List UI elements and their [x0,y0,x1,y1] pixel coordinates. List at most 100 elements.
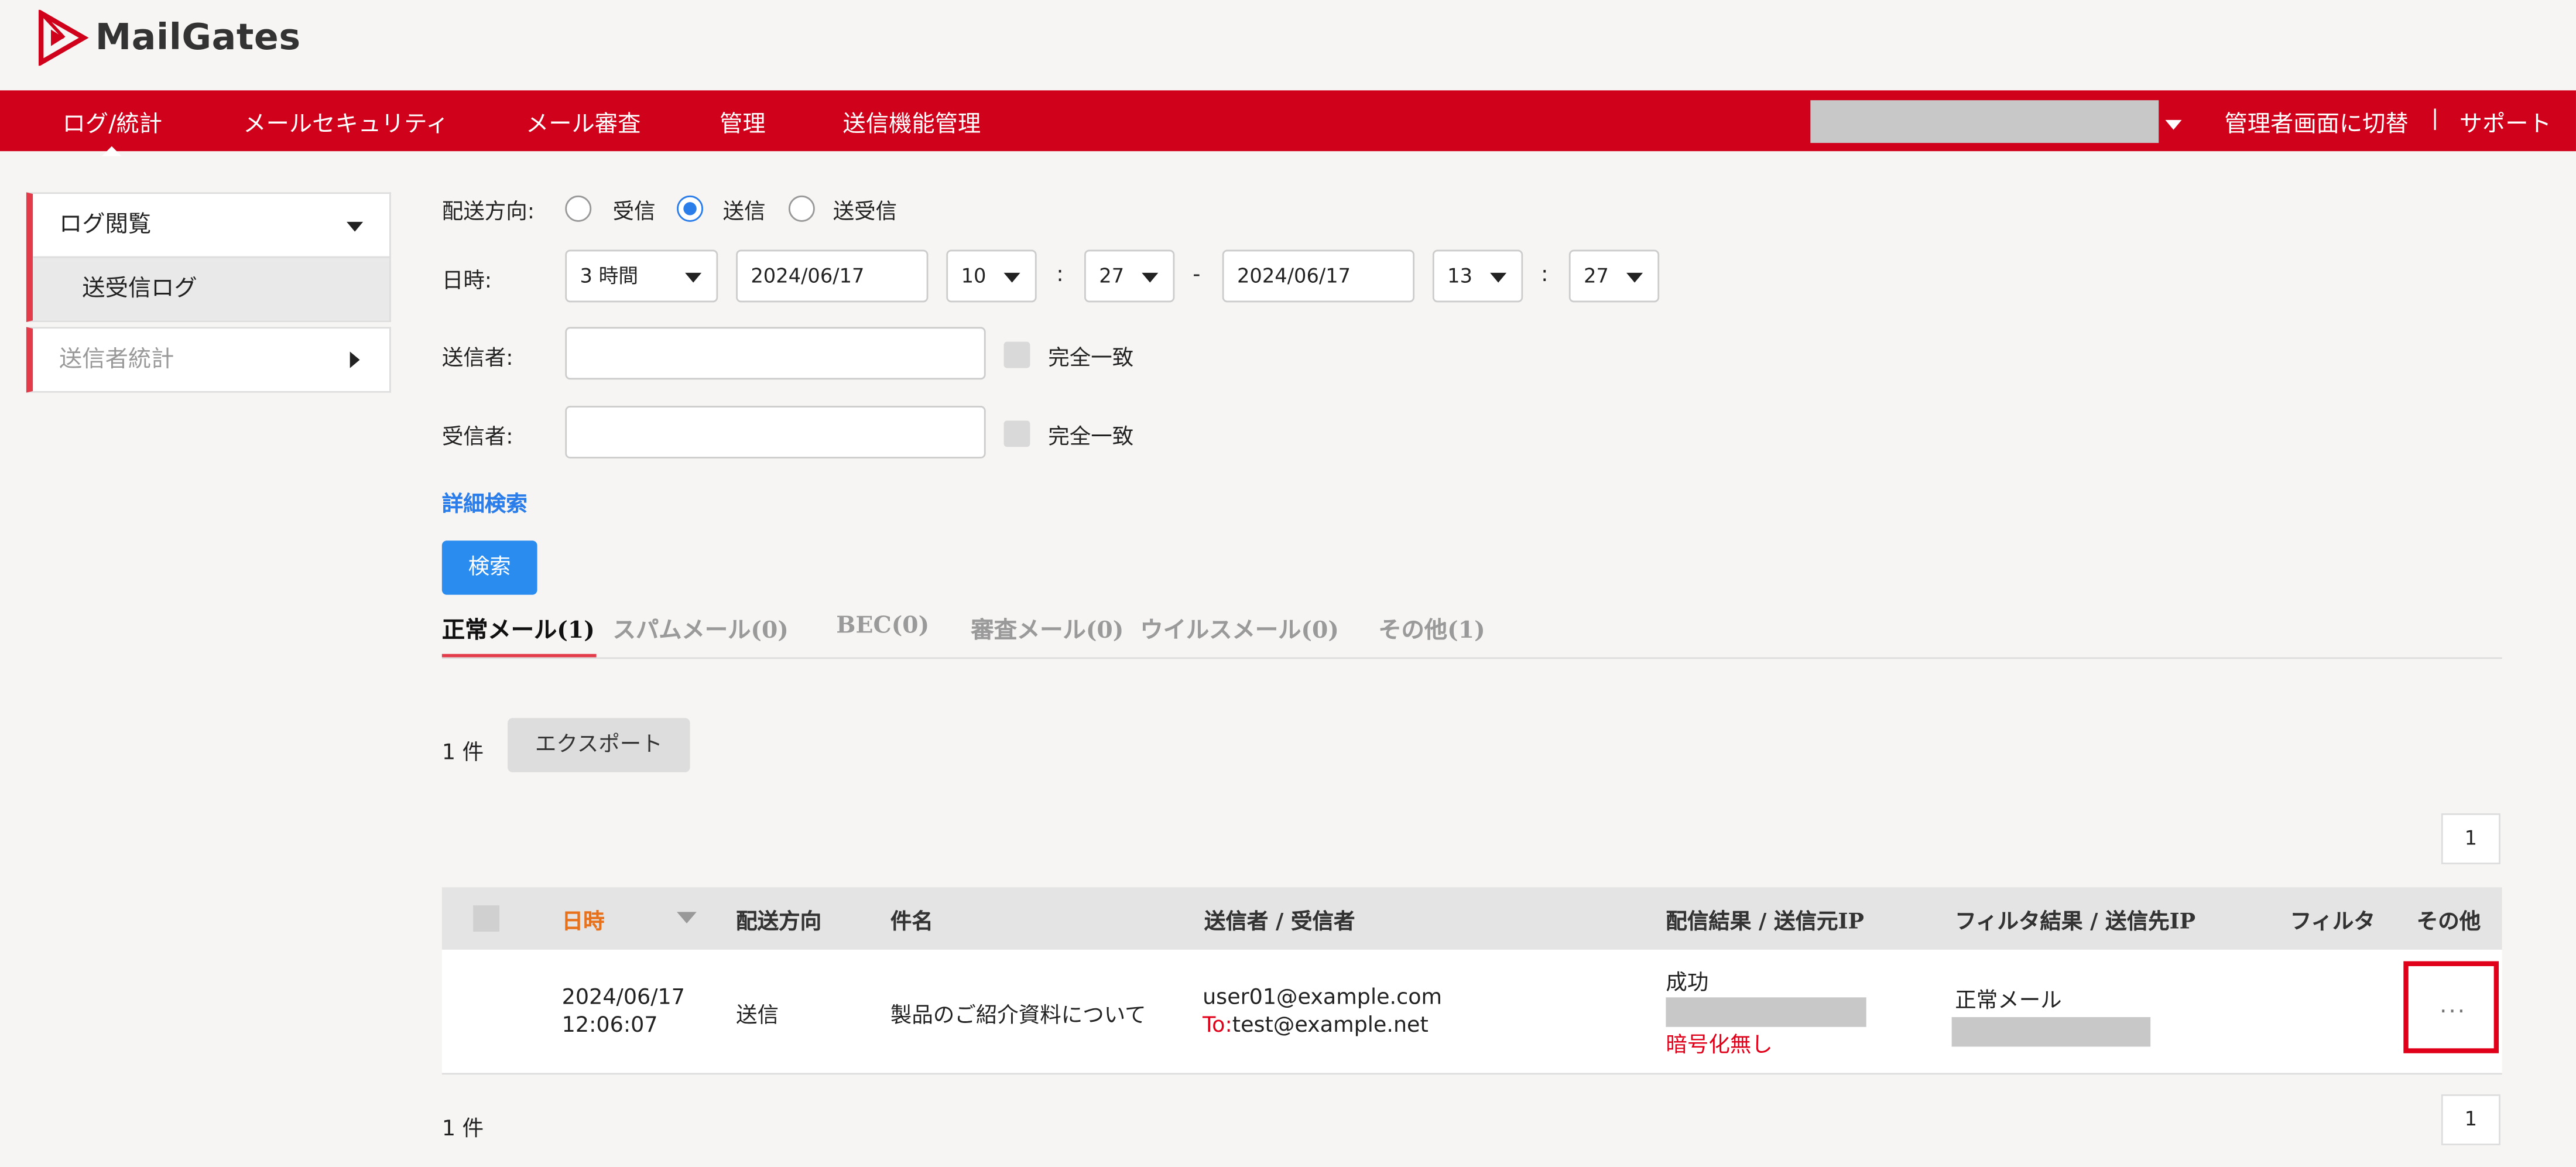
mailgates-logo-icon [38,9,89,66]
sender-input[interactable] [565,327,986,380]
from-min-value: 27 [1099,264,1125,288]
chevron-down-icon [1142,272,1159,283]
recipient-label: 受信者: [441,425,513,450]
time-colon: : [1056,262,1064,288]
to-prefix: To: [1203,1014,1232,1039]
tab-other[interactable]: その他(1) [1378,613,1485,646]
sidebar-log-view[interactable]: ログ閲覧 [33,194,389,256]
table-row[interactable]: 2024/06/17 12:06:07 送信 製品のご紹介資料について user… [441,949,2502,1075]
row-direction: 送信 [736,1004,779,1029]
nav-separator: | [2431,107,2439,132]
nav-log-stats[interactable]: ログ/統計 [63,107,162,156]
sort-desc-icon[interactable] [677,912,697,924]
result-count-bottom: 1 件 [441,1117,484,1142]
row-filter-result: 正常メール [1955,989,2062,1014]
radio-send-receive-label: 送受信 [833,200,898,225]
result-count: 1 件 [441,741,484,766]
direction-label: 配送方向: [441,200,535,225]
sidebar-log-view-label: ログ閲覧 [59,211,152,238]
nav-mail-review[interactable]: メール審査 [526,107,640,139]
top-nav: ログ/統計 メールセキュリティ メール審査 管理 送信機能管理 管理者画面に切替… [0,90,2576,156]
row-encryption: 暗号化無し [1666,1033,1773,1059]
nav-management[interactable]: 管理 [720,107,766,139]
col-sender-recipient: 送信者 / 受信者 [1204,910,1355,935]
search-button[interactable]: 検索 [441,540,537,595]
tab-virus-mail[interactable]: ウイルスメール(0) [1140,613,1339,646]
sidebar-item-send-receive-log[interactable]: 送受信ログ [33,256,390,321]
tab-normal-mail[interactable]: 正常メール(1) [442,613,595,646]
datetime-label: 日時: [441,269,492,295]
tab-bec[interactable]: BEC(0) [836,613,929,639]
col-filter: フィルタ [2290,910,2375,935]
from-hour-select[interactable]: 10 [946,249,1037,303]
chevron-right-icon [350,351,360,368]
from-min-select[interactable]: 27 [1084,249,1175,303]
row-delivery-result: 成功 [1666,971,1709,996]
chevron-down-icon [1626,272,1643,283]
chevron-down-icon [1490,272,1507,283]
col-subject: 件名 [890,910,933,935]
pagination-bottom[interactable]: 1 [2441,1094,2500,1145]
app-name: MailGates [95,17,301,59]
row-subject[interactable]: 製品のご紹介資料について [890,997,1146,1029]
sender-label: 送信者: [441,347,513,372]
radio-send-receive[interactable] [788,195,815,222]
chevron-down-icon [1003,272,1020,283]
more-icon: ··· [2440,999,2467,1026]
recipient-exact-label: 完全一致 [1048,425,1134,450]
radio-send-label: 送信 [722,200,766,225]
radio-receive[interactable] [565,195,592,222]
active-tab-indicator [441,653,597,658]
row-recipient: test@example.net [1232,1014,1429,1039]
sidebar-stats-section: 送信者統計 [26,327,391,393]
tab-review-mail[interactable]: 審査メール(0) [971,613,1123,646]
sender-exact-checkbox[interactable] [1003,341,1030,368]
account-caret-icon[interactable] [2165,119,2182,130]
table-header: 日時 配送方向 件名 送信者 / 受信者 配信結果 / 送信元IP フィルタ結果… [441,887,2502,950]
to-min-value: 27 [1584,264,1609,288]
col-filter-result: フィルタ結果 / 送信先IP [1955,910,2196,935]
recipient-input[interactable] [565,406,986,458]
tab-divider [441,657,2502,659]
col-other: その他 [2416,910,2481,935]
tab-spam-mail[interactable]: スパムメール(0) [613,613,789,646]
row-time: 12:06:07 [561,1014,658,1039]
range-select[interactable]: 3 時間 [565,249,718,303]
from-hour-value: 10 [961,264,986,288]
recipient-exact-checkbox[interactable] [1003,420,1030,447]
radio-receive-label: 受信 [612,200,656,225]
range-dash: - [1193,262,1201,288]
chevron-down-icon [347,221,364,232]
app-logo[interactable]: MailGates [36,9,301,66]
range-select-value: 3 時間 [580,264,639,288]
to-min-select[interactable]: 27 [1568,249,1660,303]
row-more-button[interactable]: ··· [2403,961,2499,1053]
advanced-search-link[interactable]: 詳細検索 [442,487,527,518]
time-colon: : [1541,262,1549,288]
pagination-top[interactable]: 1 [2441,813,2500,865]
col-datetime[interactable]: 日時 [562,904,605,935]
account-selector[interactable] [1810,100,2159,143]
to-hour-value: 13 [1447,264,1473,288]
dest-ip-redacted [1951,1017,2151,1047]
chevron-down-icon [685,272,702,283]
source-ip-redacted [1666,997,1866,1027]
row-recipient-line: To:test@example.net [1203,1014,1429,1038]
row-sender: user01@example.com [1203,985,1443,1011]
switch-admin-link[interactable]: 管理者画面に切替 [2224,107,2408,139]
col-direction: 配送方向 [736,910,822,935]
sender-exact-label: 完全一致 [1048,347,1134,372]
radio-send[interactable] [677,195,704,222]
sidebar-sender-stats-label: 送信者統計 [59,347,174,373]
col-delivery-result: 配信結果 / 送信元IP [1666,910,1865,935]
nav-send-function[interactable]: 送信機能管理 [843,107,981,139]
support-link[interactable]: サポート [2459,107,2551,139]
to-hour-select[interactable]: 13 [1432,249,1523,303]
export-button[interactable]: エクスポート [508,718,690,772]
nav-mail-security[interactable]: メールセキュリティ [243,107,448,139]
sidebar-sender-stats[interactable]: 送信者統計 [33,328,389,391]
to-date-input[interactable]: 2024/06/17 [1222,249,1415,303]
select-all-checkbox[interactable] [473,905,500,932]
sidebar-log-section: ログ閲覧 送受信ログ [26,192,391,322]
from-date-input[interactable]: 2024/06/17 [736,249,929,303]
